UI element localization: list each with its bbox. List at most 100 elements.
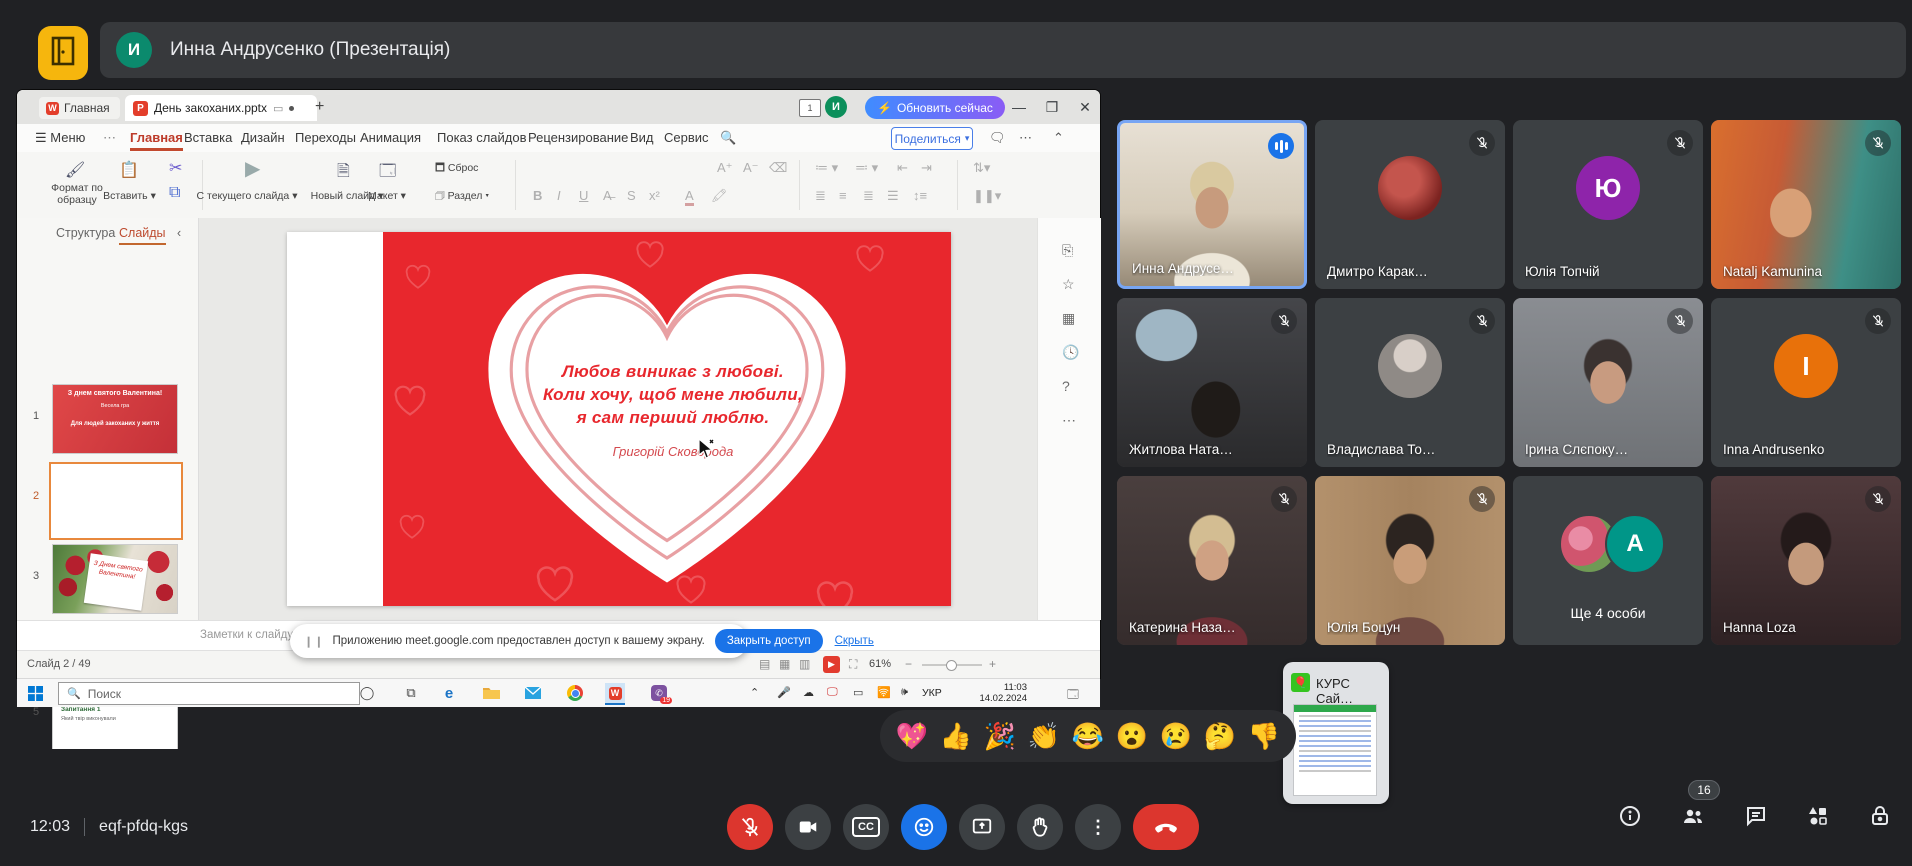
collapse-panel-icon[interactable]: ‹ bbox=[177, 226, 181, 240]
menu-review[interactable]: Рецензирование bbox=[528, 130, 628, 145]
chart-icon[interactable]: ▦ bbox=[1062, 310, 1075, 327]
font-color-button[interactable]: A bbox=[685, 188, 694, 206]
zoom-slider[interactable] bbox=[922, 664, 982, 666]
reaction-thumbs-down[interactable]: 👎 bbox=[1248, 721, 1280, 752]
reaction-laugh[interactable]: 😂 bbox=[1072, 721, 1104, 752]
participant-tile[interactable]: Инна Андрусе… bbox=[1117, 120, 1307, 289]
taskbar-clock[interactable]: 11:03 14.02.2024 bbox=[965, 682, 1027, 704]
close-button[interactable]: ✕ bbox=[1076, 99, 1094, 116]
tray-expand-icon[interactable]: ⌃ bbox=[750, 686, 759, 699]
language-indicator[interactable]: УКР bbox=[922, 687, 942, 699]
align-right-button[interactable]: ≣ bbox=[863, 188, 874, 204]
justify-button[interactable]: ☰ bbox=[887, 188, 899, 204]
windows-start-button[interactable] bbox=[25, 683, 45, 703]
more-participants-tile[interactable]: A Ще 4 особи bbox=[1513, 476, 1703, 645]
strikethrough-button[interactable]: A̶ bbox=[603, 188, 612, 203]
chrome-icon[interactable] bbox=[565, 683, 585, 703]
participant-tile[interactable]: Natalj Kamunina bbox=[1711, 120, 1901, 289]
decrease-indent-button[interactable]: ⇤ bbox=[897, 160, 908, 176]
reading-view-icon[interactable]: ▥ bbox=[799, 657, 810, 671]
tab-structure[interactable]: Структура bbox=[56, 226, 115, 240]
screen-cast-icon[interactable]: 🖵 bbox=[827, 686, 838, 699]
participant-tile[interactable]: Дмитро Карак… bbox=[1315, 120, 1505, 289]
meet-app-icon[interactable] bbox=[38, 26, 88, 80]
columns-button[interactable]: ❚❚▾ bbox=[973, 188, 1001, 204]
menu-tools[interactable]: Сервис bbox=[664, 130, 709, 145]
superscript-button[interactable]: x² bbox=[649, 188, 660, 203]
numbered-list-button[interactable]: ≕ ▾ bbox=[855, 160, 878, 176]
increase-indent-button[interactable]: ⇥ bbox=[921, 160, 932, 176]
reset-button[interactable]: 🗖 Сброс bbox=[435, 162, 505, 174]
layout-button[interactable]: Макет ▾ bbox=[357, 190, 417, 202]
mic-toggle-button[interactable] bbox=[727, 804, 773, 850]
reaction-clap[interactable]: 👏 bbox=[1028, 721, 1060, 752]
wps-home-tab[interactable]: W Главная bbox=[39, 97, 120, 119]
tab-preview-icon[interactable]: ▭ bbox=[273, 102, 283, 115]
task-view-icon[interactable]: ⧉ bbox=[401, 683, 421, 703]
wifi-icon[interactable]: 🛜 bbox=[877, 686, 891, 699]
tab-slides[interactable]: Слайды bbox=[119, 226, 166, 245]
tray-mic-icon[interactable]: 🎤 bbox=[777, 686, 791, 699]
action-center-icon[interactable]: 🗔 bbox=[1067, 686, 1079, 705]
normal-view-icon[interactable]: ▤ bbox=[759, 657, 770, 671]
slide-thumbnail-5[interactable]: Запитання 1 Який твір виконували bbox=[52, 700, 178, 749]
mail-icon[interactable] bbox=[523, 683, 543, 703]
more-icon[interactable]: ⋯ bbox=[1019, 130, 1032, 146]
wps-taskbar-icon[interactable]: W bbox=[605, 683, 625, 705]
increase-font-button[interactable]: A⁺ bbox=[717, 160, 733, 176]
text-direction-button[interactable]: ⇅▾ bbox=[973, 160, 990, 176]
bullet-list-button[interactable]: ≔ ▾ bbox=[815, 160, 838, 176]
restore-button[interactable]: ❐ bbox=[1043, 99, 1061, 116]
participant-tile[interactable]: Катерина Наза… bbox=[1117, 476, 1307, 645]
minimize-button[interactable]: — bbox=[1010, 99, 1028, 115]
more-tools-icon[interactable]: ⋯ bbox=[1062, 412, 1076, 429]
menu-insert[interactable]: Вставка bbox=[184, 130, 232, 145]
shared-window-preview-card[interactable]: 🎈 КУРС Сай… bbox=[1283, 662, 1389, 804]
history-icon[interactable]: 🕓 bbox=[1062, 344, 1079, 361]
participant-tile[interactable]: Юлія Боцун bbox=[1315, 476, 1505, 645]
viber-icon[interactable]: ✆ 19 bbox=[649, 683, 669, 703]
slide-page[interactable]: Любов виникає з любові. Коли хочу, щоб м… bbox=[287, 232, 951, 606]
host-controls-button[interactable] bbox=[1868, 804, 1892, 833]
menu-overflow-icon[interactable]: ⋯ bbox=[103, 130, 116, 146]
shadow-button[interactable]: S bbox=[627, 188, 636, 203]
search-icon[interactable]: 🔍 bbox=[720, 130, 736, 146]
onedrive-icon[interactable]: ☁ bbox=[803, 686, 814, 699]
menu-view[interactable]: Вид bbox=[630, 130, 654, 145]
edge-icon[interactable]: e bbox=[439, 683, 459, 703]
hide-link[interactable]: Скрыть bbox=[835, 635, 874, 647]
menu-transitions[interactable]: Переходы bbox=[295, 130, 356, 145]
participant-tile[interactable]: Владислава То… bbox=[1315, 298, 1505, 467]
zoom-in-button[interactable]: + bbox=[989, 657, 996, 671]
end-call-button[interactable] bbox=[1133, 804, 1199, 850]
wps-account-avatar[interactable]: И bbox=[825, 96, 847, 118]
more-options-button[interactable]: ⋮ bbox=[1075, 804, 1121, 850]
captions-button[interactable]: CC bbox=[843, 804, 889, 850]
activities-button[interactable] bbox=[1806, 804, 1830, 833]
participant-tile[interactable]: Ю Юлія Топчій bbox=[1513, 120, 1703, 289]
comment-icon[interactable]: 🗨 bbox=[989, 130, 1006, 146]
stop-sharing-button[interactable]: Закрыть доступ bbox=[715, 629, 823, 653]
new-tab-button[interactable]: + bbox=[315, 98, 324, 116]
menu-design[interactable]: Дизайн bbox=[241, 130, 285, 145]
reaction-heart[interactable]: 💖 bbox=[896, 721, 928, 752]
wps-document-tab[interactable]: P День закоханих.pptx ▭ bbox=[125, 95, 317, 121]
line-spacing-button[interactable]: ↕≡ bbox=[913, 188, 927, 203]
section-button[interactable]: 🗇 Раздел ▾ bbox=[435, 190, 505, 202]
slide-thumbnail-1[interactable]: З днем святого Валентина! Весела гра Для… bbox=[52, 384, 178, 454]
reaction-thumbs-up[interactable]: 👍 bbox=[940, 721, 972, 752]
reaction-cry[interactable]: 😢 bbox=[1160, 721, 1192, 752]
fit-slide-icon[interactable]: ⛶ bbox=[849, 657, 857, 672]
cut-icon[interactable]: ✂ bbox=[169, 158, 182, 178]
reaction-party[interactable]: 🎉 bbox=[984, 721, 1016, 752]
menu-slideshow[interactable]: Показ слайдов bbox=[437, 130, 527, 145]
pages-indicator[interactable]: 1 bbox=[799, 99, 821, 117]
participant-tile[interactable]: Ірина Слєпоку… bbox=[1513, 298, 1703, 467]
star-icon[interactable]: ☆ bbox=[1062, 276, 1075, 293]
participant-tile[interactable]: Hanna Loza bbox=[1711, 476, 1901, 645]
wps-share-button[interactable]: Поделиться ▾ bbox=[891, 127, 973, 150]
battery-icon[interactable]: ▭ bbox=[853, 686, 863, 699]
help-icon[interactable]: ? bbox=[1062, 378, 1070, 394]
taskbar-search-input[interactable]: 🔍 Поиск bbox=[58, 682, 360, 705]
sorter-view-icon[interactable]: ▦ bbox=[779, 657, 790, 671]
